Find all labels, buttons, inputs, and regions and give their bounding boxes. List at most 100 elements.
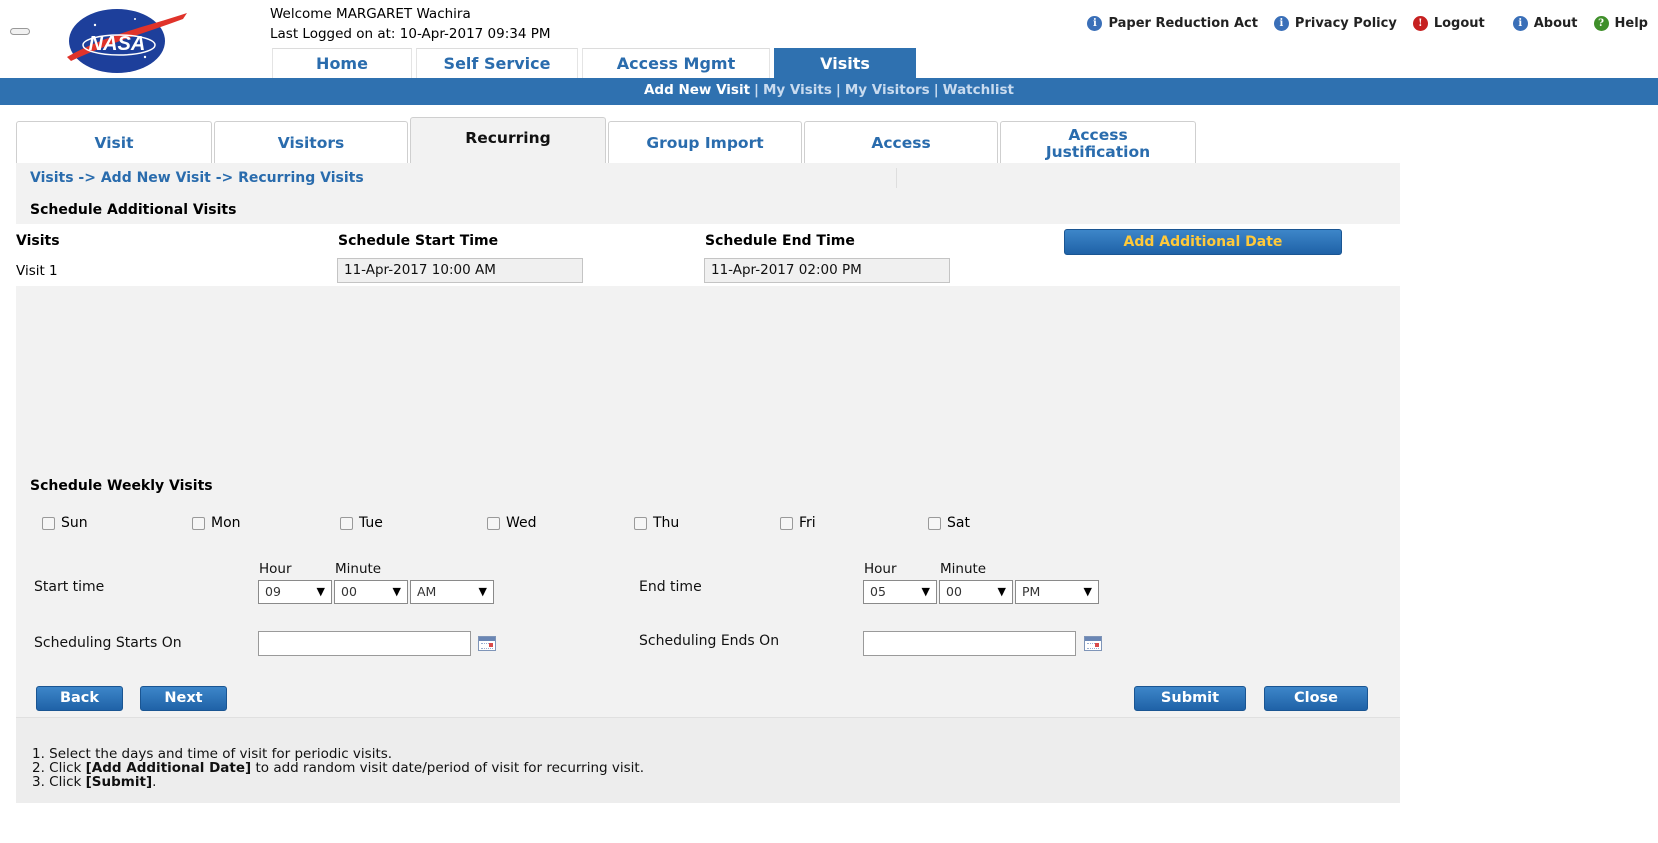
scheduling-starts-on-input[interactable] <box>258 631 471 656</box>
checkbox[interactable] <box>42 516 55 530</box>
start-minute-label: Minute <box>335 561 382 577</box>
tab-self-service[interactable]: Self Service <box>416 48 578 78</box>
visit-start-time-field: 11-Apr-2017 10:00 AM <box>337 258 583 283</box>
tab-home[interactable]: Home <box>272 48 412 78</box>
subnav-separator: | <box>835 82 841 98</box>
back-button[interactable]: Back <box>36 686 123 711</box>
end-hour-value: 05 <box>870 584 886 599</box>
welcome-text: Welcome MARGARET Wachira <box>270 6 471 22</box>
calendar-icon[interactable] <box>478 636 496 651</box>
dropdown-arrow-icon: ▼ <box>921 585 930 598</box>
checkbox[interactable] <box>192 516 205 530</box>
tab-access-justification-line1: Access <box>1068 125 1128 144</box>
paper-reduction-act-link[interactable]: i Paper Reduction Act <box>1087 16 1258 31</box>
additional-visits-heading: Schedule Additional Visits <box>30 202 237 218</box>
checkbox[interactable] <box>487 516 500 530</box>
logout-link[interactable]: ! Logout <box>1412 16 1485 31</box>
tab-access[interactable]: Access <box>804 121 998 165</box>
day-label: Sat <box>947 515 970 531</box>
sub-nav-bar: Add New Visit | My Visits | My Visitors | Watc… <box>0 78 1658 105</box>
end-minute-label: Minute <box>940 561 987 577</box>
instruction-text: to add random visit date/period of visit… <box>251 760 645 776</box>
window-control-button[interactable] <box>10 28 30 35</box>
visit-end-time-field: 11-Apr-2017 02:00 PM <box>704 258 950 283</box>
info-icon: i <box>1273 16 1289 31</box>
day-label: Sun <box>61 515 88 531</box>
dropdown-arrow-icon: ▼ <box>1083 585 1092 598</box>
add-additional-date-button[interactable]: Add Additional Date <box>1064 229 1342 255</box>
instruction-line-3: 3. Click [Submit]. <box>32 775 156 789</box>
start-hour-label: Hour <box>259 561 292 577</box>
start-minute-value: 00 <box>341 584 357 599</box>
instruction-emphasis: [Submit] <box>85 774 153 790</box>
tab-access-justification-line2: Justification <box>1045 142 1151 161</box>
checkbox[interactable] <box>928 516 941 530</box>
tab-visit[interactable]: Visit <box>16 121 212 165</box>
col-header-start: Schedule Start Time <box>338 233 499 249</box>
start-ampm-value: AM <box>417 584 437 599</box>
visit-wizard-tabs: Visit Visitors Recurring Group Import Ac… <box>16 117 1198 165</box>
subnav-my-visitors[interactable]: My Visitors <box>845 82 930 98</box>
day-checkbox-wed[interactable]: Wed <box>487 515 537 531</box>
instruction-line-1: 1. Select the days and time of visit for… <box>32 746 393 762</box>
dropdown-arrow-icon: ▼ <box>997 585 1006 598</box>
tab-visits[interactable]: Visits <box>774 48 916 79</box>
day-checkbox-sun[interactable]: Sun <box>42 515 88 531</box>
day-label: Mon <box>211 515 241 531</box>
svg-text:NASA: NASA <box>89 33 146 55</box>
end-ampm-select[interactable]: PM ▼ <box>1015 580 1099 604</box>
scheduling-ends-on-label: Scheduling Ends On <box>639 633 780 649</box>
about-label: About <box>1533 16 1578 31</box>
end-hour-select[interactable]: 05 ▼ <box>863 580 937 604</box>
start-time-label: Start time <box>34 579 105 595</box>
start-ampm-select[interactable]: AM ▼ <box>410 580 494 604</box>
next-button[interactable]: Next <box>140 686 227 711</box>
submit-button[interactable]: Submit <box>1134 686 1246 711</box>
privacy-policy-link[interactable]: i Privacy Policy <box>1273 16 1397 31</box>
tab-access-mgmt[interactable]: Access Mgmt <box>582 48 770 78</box>
day-checkbox-thu[interactable]: Thu <box>634 515 679 531</box>
subnav-add-new-visit[interactable]: Add New Visit <box>644 82 750 98</box>
dropdown-arrow-icon: ▼ <box>392 585 401 598</box>
top-links: i Paper Reduction Act i Privacy Policy ! Lo… <box>1071 16 1648 31</box>
close-button[interactable]: Close <box>1264 686 1368 711</box>
tab-recurring[interactable]: Recurring <box>410 117 606 165</box>
day-checkbox-fri[interactable]: Fri <box>780 515 816 531</box>
help-link[interactable]: ? Help <box>1593 16 1648 31</box>
logout-label: Logout <box>1433 16 1485 31</box>
day-label: Wed <box>506 515 537 531</box>
subnav-separator: | <box>754 82 759 98</box>
instructions-box: 1. Select the days and time of visit for… <box>16 717 1400 803</box>
visit-row-label: Visit 1 <box>16 263 58 279</box>
day-checkbox-mon[interactable]: Mon <box>192 515 241 531</box>
end-minute-value: 00 <box>946 584 962 599</box>
info-icon: i <box>1512 16 1528 31</box>
weekly-visits-heading: Schedule Weekly Visits <box>30 478 213 494</box>
last-logged-text: Last Logged on at: 10-Apr-2017 09:34 PM <box>270 26 551 42</box>
scheduling-starts-on-label: Scheduling Starts On <box>34 635 182 651</box>
paper-reduction-act-label: Paper Reduction Act <box>1108 16 1258 31</box>
about-link[interactable]: i About <box>1512 16 1578 31</box>
additional-visits-table: Visits Schedule Start Time Schedule End … <box>16 224 1400 286</box>
end-minute-select[interactable]: 00 ▼ <box>939 580 1013 604</box>
calendar-icon[interactable] <box>1084 636 1102 651</box>
start-hour-value: 09 <box>265 584 281 599</box>
checkbox[interactable] <box>634 516 647 530</box>
alert-icon: ! <box>1412 16 1428 31</box>
checkbox[interactable] <box>780 516 793 530</box>
checkbox[interactable] <box>340 516 353 530</box>
day-label: Thu <box>653 515 680 531</box>
dropdown-arrow-icon: ▼ <box>316 585 325 598</box>
instruction-text: . <box>152 774 157 790</box>
day-checkbox-sat[interactable]: Sat <box>928 515 970 531</box>
subnav-my-visits[interactable]: My Visits <box>763 82 832 98</box>
start-hour-select[interactable]: 09 ▼ <box>258 580 332 604</box>
subnav-watchlist[interactable]: Watchlist <box>943 82 1014 98</box>
day-checkbox-tue[interactable]: Tue <box>340 515 383 531</box>
tab-visitors[interactable]: Visitors <box>214 121 408 165</box>
start-minute-select[interactable]: 00 ▼ <box>334 580 408 604</box>
tab-access-justification[interactable]: Access Justification <box>1000 121 1196 165</box>
instruction-text: 3. Click <box>32 774 86 790</box>
tab-group-import[interactable]: Group Import <box>608 121 802 165</box>
scheduling-ends-on-input[interactable] <box>863 631 1076 656</box>
